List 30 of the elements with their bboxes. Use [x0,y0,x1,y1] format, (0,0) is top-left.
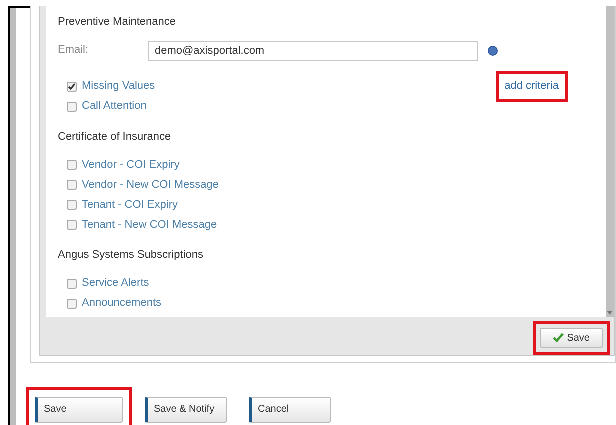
checkbox[interactable] [67,220,77,230]
section-heading: Certificate of Insurance [58,130,172,144]
action-button[interactable]: Cancel [249,396,331,422]
checkbox[interactable] [67,180,77,190]
checkbox[interactable] [67,298,77,308]
option-label[interactable]: Vendor - New COI Message [82,176,219,194]
option-label[interactable]: Announcements [82,295,162,312]
info-icon[interactable] [488,46,498,56]
scroll-down-icon[interactable] [607,311,613,316]
save-button[interactable]: Save [540,328,603,348]
action-button[interactable]: Save & Notify [145,396,227,422]
section-heading: Angus Systems Subscriptions [58,248,205,263]
check-icon [553,333,564,343]
email-field[interactable]: demo@axisportal.com [148,40,478,60]
checkbox[interactable] [67,102,77,112]
section-heading: Preventive Maintenance [58,15,178,30]
checkbox[interactable] [67,278,77,288]
option-label[interactable]: Tenant - New COI Message [82,216,218,234]
checkbox[interactable] [67,82,77,92]
action-button[interactable]: Save [35,396,123,422]
option-label[interactable]: Missing Values [82,78,156,95]
field-label: Email: [58,43,90,58]
scrollbar[interactable] [606,6,614,317]
checkbox[interactable] [67,200,77,210]
option-label[interactable]: Call Attention [82,98,147,115]
option-label[interactable]: Service Alerts [82,275,150,292]
add-criteria-link[interactable]: add criteria [496,71,568,102]
option-label[interactable]: Tenant - COI Expiry [82,196,178,214]
option-label[interactable]: Vendor - COI Expiry [82,156,180,174]
checkbox[interactable] [67,160,77,170]
